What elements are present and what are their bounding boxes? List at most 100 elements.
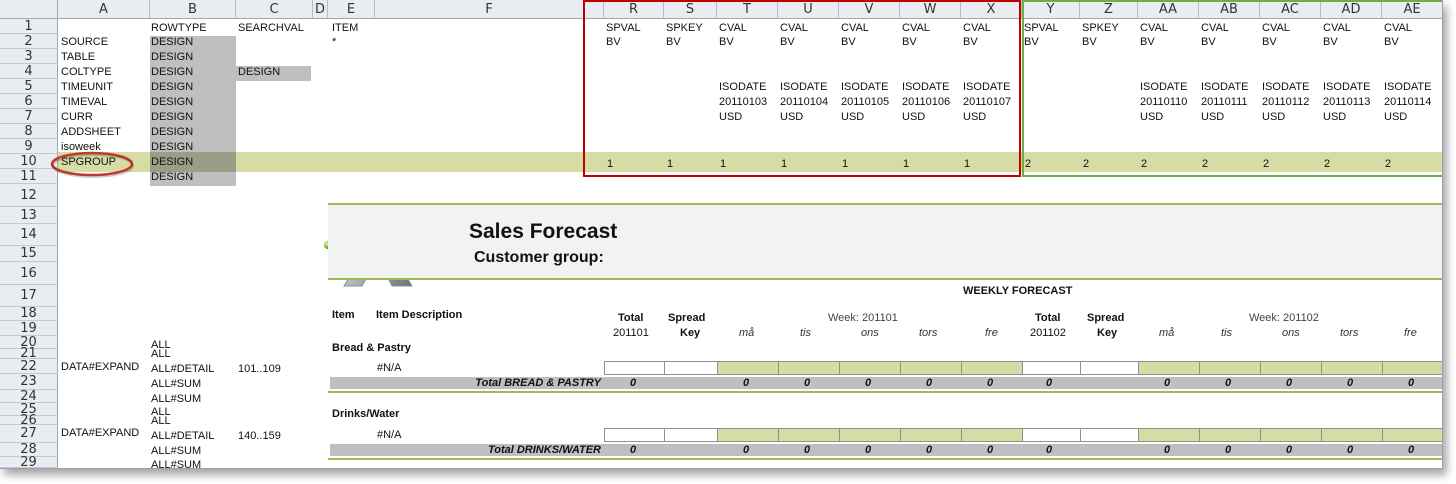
cell-b-28[interactable]: ALL#SUM <box>151 445 201 458</box>
cell-a-4[interactable]: COLTYPE <box>61 66 112 79</box>
row-header-1[interactable]: 1 <box>0 19 58 34</box>
forecast-input-drinks-13[interactable] <box>1382 428 1442 442</box>
cell-b-6[interactable]: DESIGN <box>151 96 193 109</box>
column-header-c[interactable]: C <box>236 0 313 19</box>
cell-a-27[interactable]: DATA#EXPAND <box>61 427 139 440</box>
row-header-6[interactable]: 6 <box>0 94 58 109</box>
row-header-18[interactable]: 18 <box>0 307 58 321</box>
row-header-19[interactable]: 19 <box>0 321 58 336</box>
column-header-a[interactable]: A <box>58 0 150 19</box>
forecast-input-bread-1[interactable] <box>664 361 717 375</box>
row-header-22[interactable]: 22 <box>0 359 58 374</box>
row-header-13[interactable]: 13 <box>0 207 58 224</box>
row-header-8[interactable]: 8 <box>0 124 58 139</box>
forecast-input-drinks-0[interactable] <box>604 428 664 442</box>
cell-b-7[interactable]: DESIGN <box>151 111 193 124</box>
column-header-d[interactable]: D <box>313 0 328 19</box>
cell-b-24[interactable]: ALL#SUM <box>151 393 201 406</box>
cell-b-10[interactable]: DESIGN <box>151 156 193 169</box>
cell-b-23[interactable]: ALL#SUM <box>151 378 201 391</box>
total-value-bread-4: 0 <box>926 377 933 389</box>
row-header-27[interactable]: 27 <box>0 425 58 443</box>
total-value-drinks-5: 0 <box>987 444 994 456</box>
cell-b-26[interactable]: ALL <box>151 415 171 428</box>
row-header-29[interactable]: 29 <box>0 456 58 468</box>
cell-b-8[interactable]: DESIGN <box>151 126 193 139</box>
weekday-2-3: tors <box>1340 327 1359 339</box>
forecast-input-drinks-6[interactable] <box>961 428 1022 442</box>
forecast-input-drinks-1[interactable] <box>664 428 717 442</box>
cell-c-4[interactable]: DESIGN <box>238 66 280 79</box>
cell-c-1[interactable]: SEARCHVAL <box>238 22 304 35</box>
row-header-16[interactable]: 16 <box>0 262 58 285</box>
forecast-input-bread-7[interactable] <box>1022 361 1080 375</box>
forecast-input-bread-10[interactable] <box>1199 361 1260 375</box>
cell-b-4[interactable]: DESIGN <box>151 66 193 79</box>
cell-a-22[interactable]: DATA#EXPAND <box>61 361 139 374</box>
row-header-17[interactable]: 17 <box>0 285 58 307</box>
forecast-input-drinks-9[interactable] <box>1138 428 1199 442</box>
cell-b-1[interactable]: ROWTYPE <box>151 22 207 35</box>
row-header-15[interactable]: 15 <box>0 246 58 262</box>
cell-e-2[interactable]: * <box>332 36 336 49</box>
column-header-f[interactable]: F <box>375 0 604 19</box>
forecast-input-bread-6[interactable] <box>961 361 1022 375</box>
total-value-drinks-3: 0 <box>865 444 872 456</box>
forecast-input-drinks-8[interactable] <box>1080 428 1138 442</box>
forecast-input-bread-12[interactable] <box>1321 361 1382 375</box>
forecast-input-drinks-2[interactable] <box>717 428 778 442</box>
cell-e-1[interactable]: ITEM <box>332 22 358 35</box>
key-header-2: Key <box>1097 327 1118 339</box>
forecast-input-bread-8[interactable] <box>1080 361 1138 375</box>
forecast-input-bread-0[interactable] <box>604 361 664 375</box>
forecast-input-bread-2[interactable] <box>717 361 778 375</box>
cell-a-6[interactable]: TIMEVAL <box>61 96 107 109</box>
cell-a-3[interactable]: TABLE <box>61 51 95 64</box>
forecast-input-drinks-10[interactable] <box>1199 428 1260 442</box>
row-header-12[interactable]: 12 <box>0 184 58 207</box>
column-header-b[interactable]: B <box>150 0 236 19</box>
cell-a-8[interactable]: ADDSHEET <box>61 126 121 139</box>
row-header-14[interactable]: 14 <box>0 224 58 246</box>
forecast-input-drinks-4[interactable] <box>839 428 900 442</box>
cell-c-27[interactable]: 140..159 <box>238 430 281 443</box>
cell-a-7[interactable]: CURR <box>61 111 93 124</box>
forecast-input-drinks-5[interactable] <box>900 428 961 442</box>
row-header-5[interactable]: 5 <box>0 79 58 94</box>
cell-b-5[interactable]: DESIGN <box>151 81 193 94</box>
forecast-input-drinks-11[interactable] <box>1260 428 1321 442</box>
forecast-input-drinks-3[interactable] <box>778 428 839 442</box>
forecast-input-bread-11[interactable] <box>1260 361 1321 375</box>
total-value-drinks-9: 0 <box>1286 444 1293 456</box>
row-header-26[interactable]: 26 <box>0 414 58 427</box>
cell-b-22[interactable]: ALL#DETAIL <box>151 363 214 376</box>
row-header-4[interactable]: 4 <box>0 64 58 79</box>
cell-a-2[interactable]: SOURCE <box>61 36 108 49</box>
row-header-7[interactable]: 7 <box>0 109 58 124</box>
forecast-input-bread-4[interactable] <box>839 361 900 375</box>
cell-a-5[interactable]: TIMEUNIT <box>61 81 113 94</box>
row-header-23[interactable]: 23 <box>0 374 58 390</box>
row-header-21[interactable]: 21 <box>0 347 58 360</box>
cell-c-22[interactable]: 101..109 <box>238 363 281 376</box>
cell-b-3[interactable]: DESIGN <box>151 51 193 64</box>
column-header-e[interactable]: E <box>328 0 375 19</box>
cell-b-2[interactable]: DESIGN <box>151 36 193 49</box>
cell-b-29[interactable]: ALL#SUM <box>151 459 201 468</box>
forecast-input-drinks-12[interactable] <box>1321 428 1382 442</box>
row-header-3[interactable]: 3 <box>0 49 58 64</box>
forecast-input-bread-13[interactable] <box>1382 361 1442 375</box>
forecast-input-drinks-7[interactable] <box>1022 428 1080 442</box>
total-value-drinks-4: 0 <box>926 444 933 456</box>
cell-b-27[interactable]: ALL#DETAIL <box>151 430 214 443</box>
select-all-corner[interactable] <box>0 0 58 19</box>
forecast-input-bread-3[interactable] <box>778 361 839 375</box>
cell-b-9[interactable]: DESIGN <box>151 141 193 154</box>
weekly-forecast-label: WEEKLY FORECAST <box>963 285 1073 297</box>
row-header-2[interactable]: 2 <box>0 34 58 49</box>
cell-b-21[interactable]: ALL <box>151 348 171 361</box>
forecast-input-bread-9[interactable] <box>1138 361 1199 375</box>
forecast-input-bread-5[interactable] <box>900 361 961 375</box>
cell-b-11[interactable]: DESIGN <box>151 171 193 184</box>
spread-header-2: Spread <box>1087 312 1125 324</box>
